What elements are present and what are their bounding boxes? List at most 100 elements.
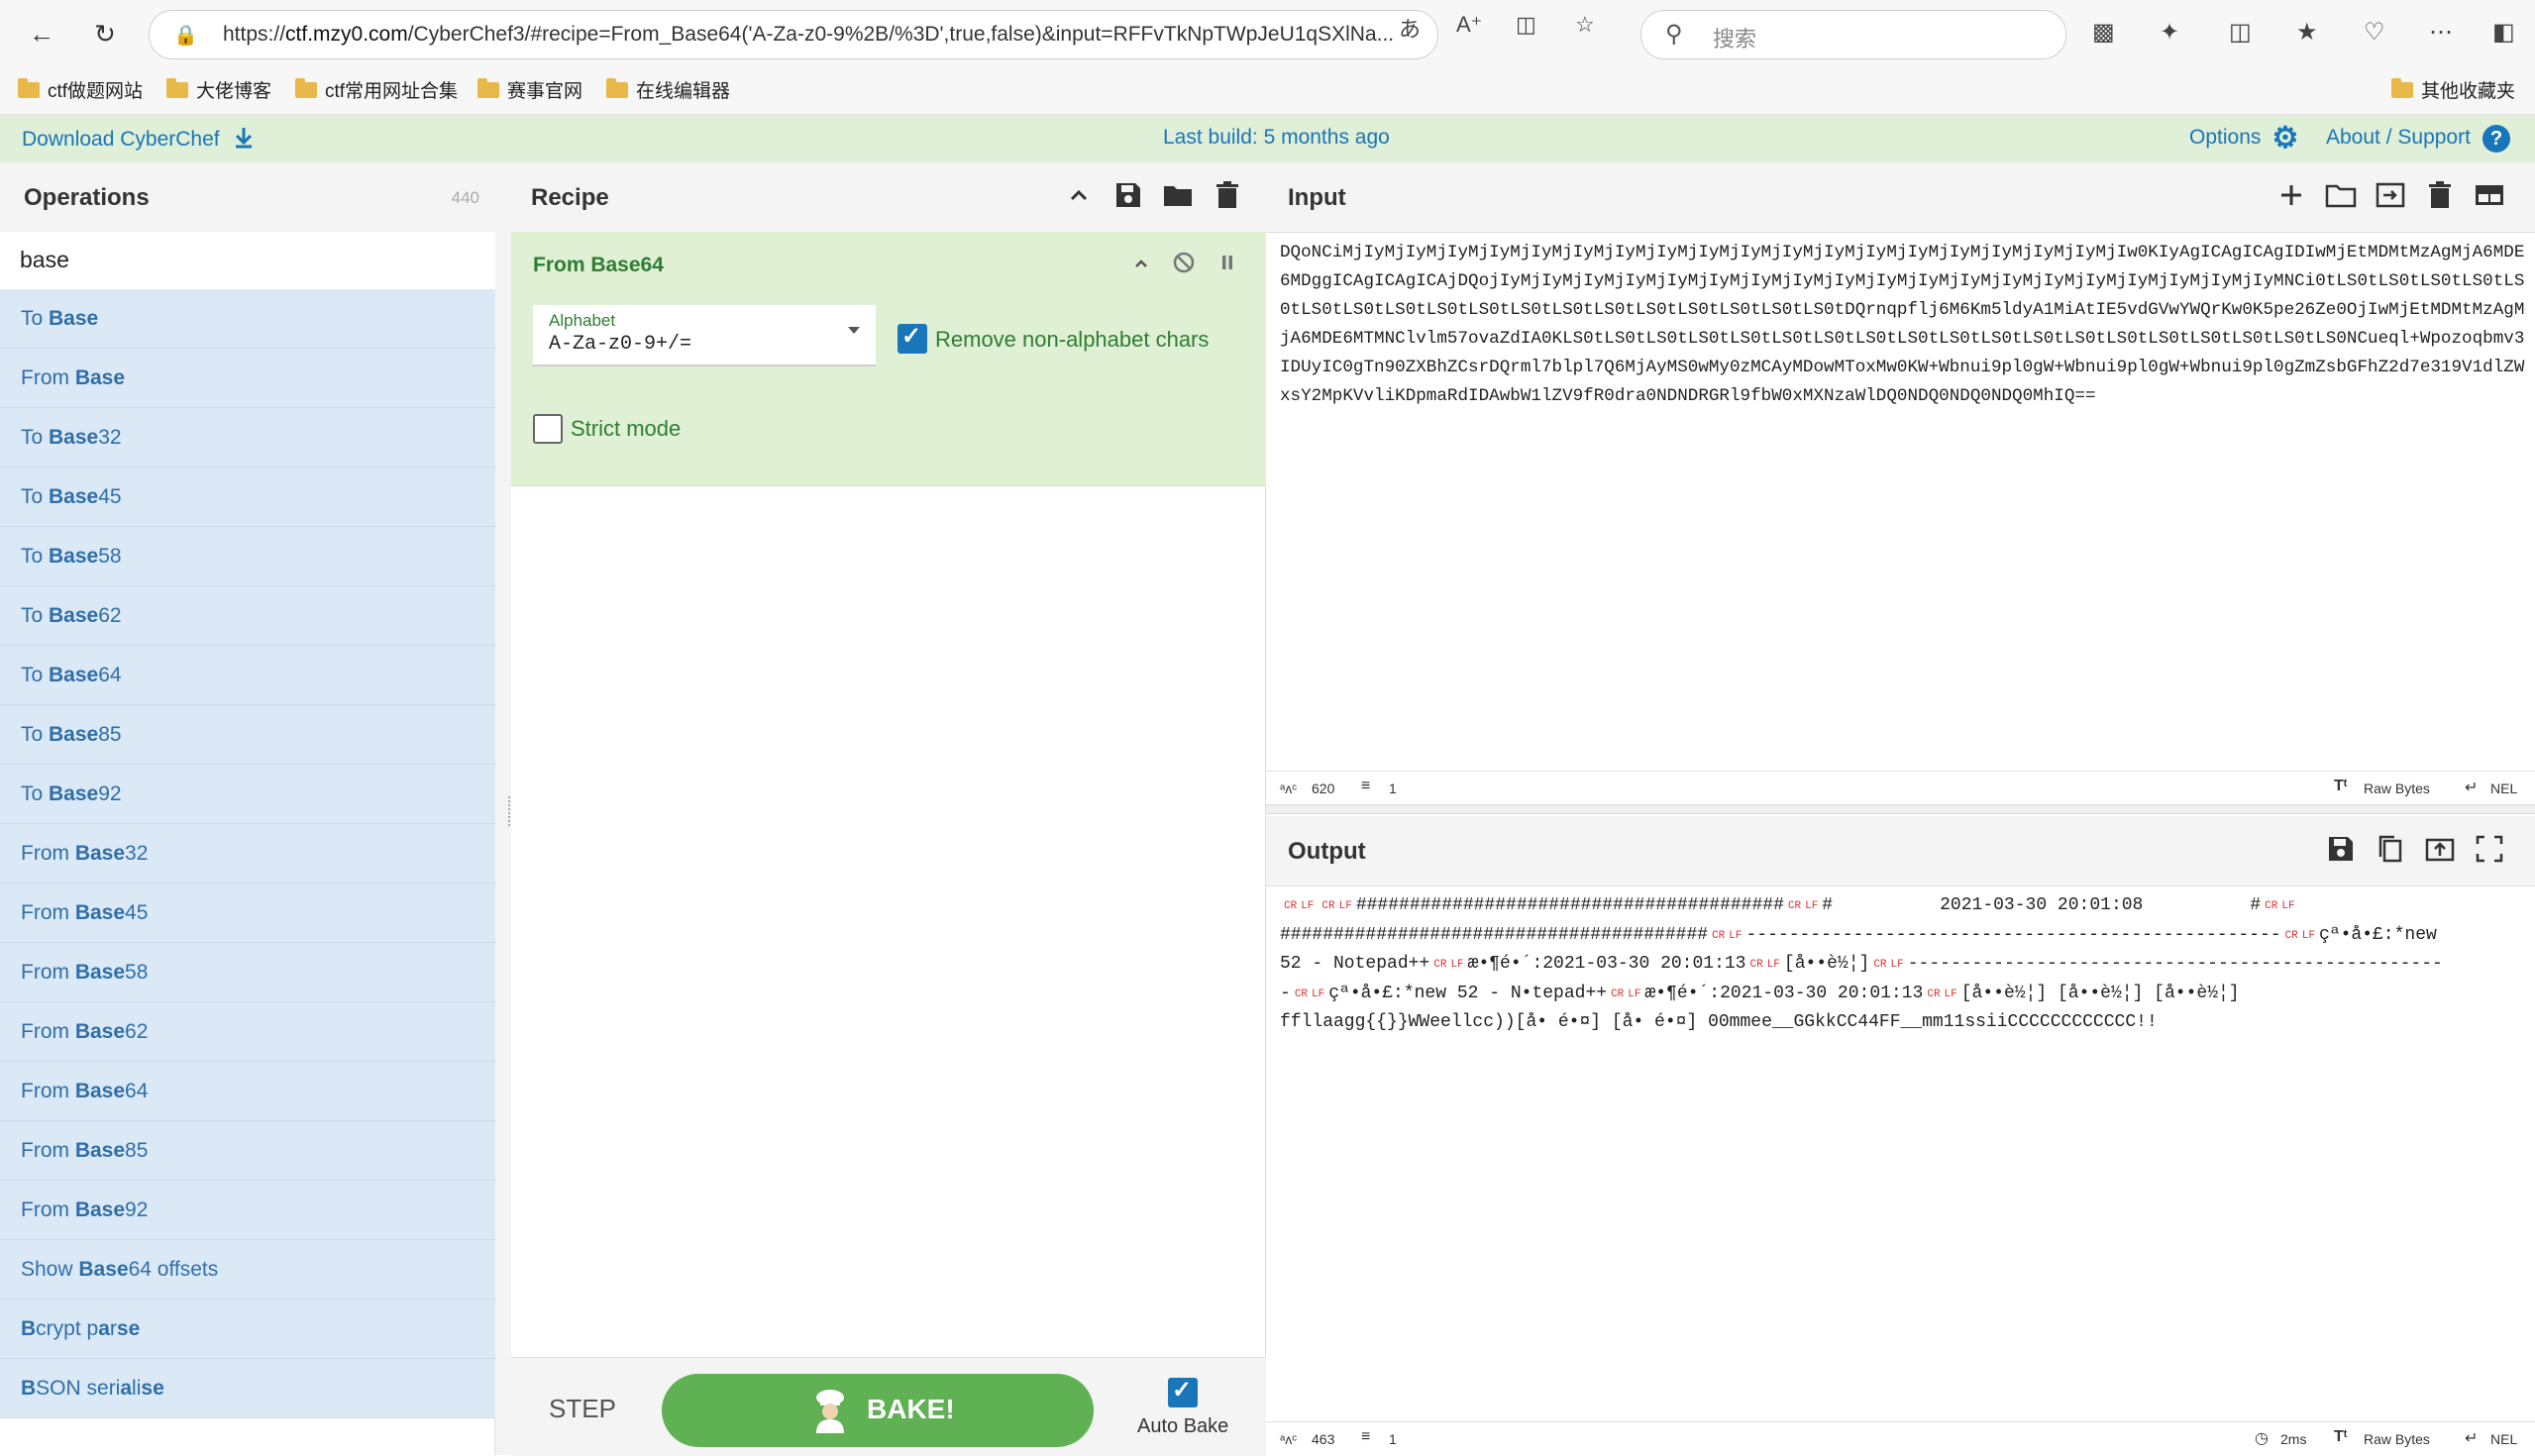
operation-item[interactable]: From Base92 [0, 1181, 495, 1240]
auto-bake-label[interactable]: Auto Bake [1137, 1415, 1228, 1438]
reader-view-icon[interactable]: ◫ [1516, 12, 1536, 38]
operation-item[interactable]: To Base45 [0, 468, 495, 527]
add-tab-icon[interactable] [2274, 178, 2308, 212]
remove-non-alphabet-label[interactable]: Remove non-alphabet chars [935, 327, 1209, 353]
extension-icon[interactable]: ▩ [2092, 18, 2115, 47]
last-build-link[interactable]: Last build: 5 months ago [1163, 126, 1390, 150]
operation-item[interactable]: To Base [0, 289, 495, 349]
operation-item[interactable]: From Base58 [0, 943, 495, 1002]
operation-item[interactable]: Bcrypt parse [0, 1300, 495, 1359]
auto-bake-checkbox[interactable] [1168, 1376, 1198, 1407]
output-text-segment: ----------------------------------------… [1745, 924, 2281, 945]
operation-item[interactable]: From Base85 [0, 1121, 495, 1181]
replace-input-icon[interactable] [2423, 832, 2457, 866]
step-button[interactable]: STEP [549, 1394, 616, 1424]
open-file-icon[interactable] [2374, 178, 2407, 212]
address-bar[interactable]: 🔒 https://ctf.mzy0.com/CyberChef3/#recip… [149, 10, 1438, 59]
other-bookmarks-folder[interactable]: 其他收藏夹 [2391, 76, 2515, 103]
bake-button[interactable]: BAKE! [662, 1374, 1094, 1447]
puzzle-extensions-icon[interactable]: ✦ [2160, 18, 2179, 47]
output-encoding[interactable]: Raw Bytes [2364, 1431, 2430, 1447]
operation-item[interactable]: From Base45 [0, 884, 495, 943]
trash-icon[interactable] [1211, 178, 1244, 212]
folder-icon [166, 77, 188, 98]
favorite-star-icon[interactable]: ☆ [1575, 12, 1595, 38]
read-aloud-icon[interactable]: A⁺ [1456, 12, 1482, 38]
open-folder-icon[interactable] [2324, 178, 2358, 212]
back-icon[interactable]: ← [22, 14, 61, 53]
folder-open-icon[interactable] [1161, 178, 1195, 212]
trash-icon[interactable] [2423, 178, 2457, 212]
reload-icon[interactable]: ↻ [85, 14, 125, 53]
operation-item[interactable]: BSON serialise [0, 1359, 495, 1418]
operation-item[interactable]: To Base85 [0, 705, 495, 765]
output-text-segment: çª•å•£:*new 52 - N•tepad++ [1328, 983, 1608, 1003]
operation-item[interactable]: From Base64 [0, 1062, 495, 1121]
operation-item[interactable]: To Base32 [0, 408, 495, 468]
chevron-up-icon[interactable] [1129, 252, 1153, 275]
operation-item[interactable]: Show Base64 offsets [0, 1240, 495, 1300]
bookmark-folder[interactable]: ctf做题网站 [18, 76, 143, 103]
favorites-icon[interactable]: ★ [2296, 18, 2318, 47]
text-encoding-icon[interactable]: Tᵗ [2334, 778, 2347, 795]
operation-item[interactable]: From Base62 [0, 1002, 495, 1062]
strict-mode-label[interactable]: Strict mode [571, 416, 681, 442]
bookmark-folder[interactable]: 在线编辑器 [606, 76, 730, 103]
search-highlight: Base [74, 901, 126, 924]
layout-icon[interactable] [2473, 178, 2506, 212]
lf-marker: LF [1301, 900, 1315, 912]
operation-item[interactable]: From Base [0, 349, 495, 408]
chevron-up-icon[interactable] [1062, 178, 1096, 212]
operation-item[interactable]: To Base62 [0, 586, 495, 646]
sidebar-toggle-icon[interactable]: ◧ [2492, 18, 2515, 47]
bookmark-folder[interactable]: 大佬博客 [166, 76, 271, 103]
operations-header: Operations 440 [0, 162, 495, 233]
more-menu-icon[interactable]: ⋯ [2429, 18, 2453, 47]
input-eol[interactable]: NEL [2490, 780, 2517, 796]
recipe-step-from-base64[interactable]: From Base64 Alphabet A-Za-z0-9+/= Remove… [511, 232, 1266, 486]
about-support-link[interactable]: About / Support [2326, 126, 2471, 150]
operation-label: To [21, 545, 50, 568]
help-icon[interactable]: ? [2482, 125, 2510, 153]
translate-icon[interactable]: あ [1399, 12, 1421, 44]
operations-search-input[interactable]: base [0, 232, 495, 290]
save-output-icon[interactable] [2324, 832, 2358, 866]
operation-label: From [21, 1080, 75, 1102]
text-encoding-icon[interactable]: Tᵗ [2334, 1428, 2347, 1446]
operation-item[interactable]: To Base58 [0, 527, 495, 586]
maximize-icon[interactable] [2473, 832, 2506, 866]
eol-icon[interactable]: ↵ [2465, 1428, 2478, 1448]
output-eol[interactable]: NEL [2490, 1431, 2517, 1447]
input-textarea[interactable]: DQoNCiMjIyMjIyMjIyMjIyMjIyMjIyMjIyMjIyMj… [1280, 239, 2526, 411]
bookmark-folder[interactable]: ctf常用网址合集 [295, 76, 458, 103]
pause-icon[interactable] [1215, 250, 1240, 275]
io-divider[interactable] [1266, 804, 2535, 814]
options-link[interactable]: Options [2189, 126, 2261, 150]
output-title: Output [1288, 838, 1366, 865]
operation-item[interactable]: From Base32 [0, 824, 495, 884]
alphabet-select[interactable]: Alphabet A-Za-z0-9+/= [533, 305, 876, 366]
operation-label: From [21, 1198, 75, 1221]
split-screen-icon[interactable]: ◫ [2229, 18, 2252, 47]
operation-item[interactable]: To Base92 [0, 765, 495, 824]
operation-label: Show [21, 1258, 79, 1281]
browser-search-box[interactable]: ⚲ 搜索 [1640, 10, 2066, 59]
browser-toolbar: ← ↻ 🔒 https://ctf.mzy0.com/CyberChef3/#r… [0, 0, 2535, 69]
bookmark-folder[interactable]: 赛事官网 [477, 76, 582, 103]
operation-item[interactable]: To Base64 [0, 646, 495, 705]
output-area[interactable]: CR LF CR LF ################################… [1280, 891, 2526, 1038]
copy-icon[interactable] [2374, 832, 2407, 866]
panel-gutter[interactable] [495, 162, 511, 1455]
save-icon[interactable] [1111, 178, 1145, 212]
search-highlight: Base [74, 1139, 126, 1162]
input-encoding[interactable]: Raw Bytes [2364, 780, 2430, 796]
download-cyberchef-link[interactable]: Download CyberChef [22, 126, 255, 152]
eol-icon[interactable]: ↵ [2465, 778, 2478, 797]
disable-icon[interactable] [1171, 250, 1197, 275]
input-status-bar: ᵃᴧᶜ 620 ≡ 1 Tᵗ Raw Bytes ↵ NEL [1266, 771, 2535, 805]
gear-icon[interactable]: ⚙ [2271, 124, 2299, 154]
browser-essentials-icon[interactable]: ♡ [2364, 18, 2385, 47]
search-highlight: Base [74, 1020, 126, 1043]
strict-mode-checkbox[interactable] [533, 414, 563, 444]
remove-non-alphabet-checkbox[interactable] [898, 322, 927, 354]
